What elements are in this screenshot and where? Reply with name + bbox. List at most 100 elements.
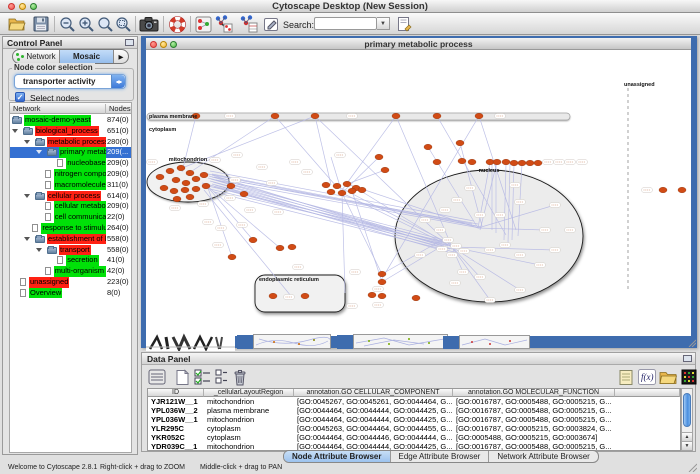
column-header[interactable]: annotation.GO MOLECULAR_FUNCTION [453, 389, 615, 397]
network-node[interactable] [269, 293, 277, 299]
tree-row[interactable]: mosaic-demo-yeast874(0) [10, 115, 131, 126]
scroll-up-arrow[interactable]: ▲ [682, 432, 692, 441]
network-node[interactable] [301, 293, 309, 299]
column-header[interactable]: _cellularLayoutRegion [204, 389, 294, 397]
table-row[interactable]: YLR295Ccytoplasm[GO:0045263, GO:0044464,… [148, 424, 680, 433]
tree-label[interactable]: nitrogen compo [54, 169, 106, 180]
network-node[interactable] [468, 159, 476, 165]
tree-label[interactable]: biological_process [35, 126, 99, 137]
network-node[interactable] [378, 293, 386, 299]
network-node[interactable] [493, 159, 501, 165]
nucleus-region[interactable] [395, 170, 583, 302]
tree-label[interactable]: unassigned [29, 277, 69, 288]
network-node[interactable] [192, 176, 200, 182]
attribute-notes-button[interactable] [616, 367, 636, 387]
delete-attribute-button[interactable] [230, 367, 250, 387]
network-node[interactable] [177, 165, 185, 171]
network-node[interactable] [182, 180, 190, 186]
view-network-button[interactable] [193, 15, 213, 33]
network-node[interactable] [173, 196, 181, 202]
network-node[interactable] [288, 244, 296, 250]
network-window-title-bar[interactable]: primary metabolic process [146, 38, 691, 50]
network-node[interactable] [518, 160, 526, 166]
attribute-browser-tab[interactable]: Edge Attribute Browser [391, 451, 490, 462]
import-network-button[interactable] [213, 15, 233, 33]
select-attributes-button[interactable] [192, 367, 212, 387]
attribute-table-header[interactable]: ID_cellularLayoutRegionannotation.GO CEL… [148, 389, 680, 397]
zoom-out-button[interactable] [57, 15, 77, 33]
tab-network[interactable]: Network [13, 50, 60, 63]
help-button[interactable] [167, 15, 187, 33]
column-header[interactable]: annotation.GO CELLULAR_COMPONENT [294, 389, 453, 397]
network-node[interactable] [276, 245, 284, 251]
table-scrollbar[interactable]: ▲ ▼ [681, 388, 693, 451]
select-nodes-checkbox[interactable]: ✓ [15, 92, 25, 102]
attribute-table[interactable]: ID_cellularLayoutRegionannotation.GO CEL… [147, 388, 681, 451]
column-header[interactable]: ID [148, 389, 204, 397]
expander-icon[interactable] [24, 140, 30, 144]
network-node[interactable] [311, 113, 319, 119]
network-node[interactable] [378, 271, 386, 277]
network-node[interactable] [192, 186, 200, 192]
network-node[interactable] [368, 292, 376, 298]
network-node[interactable] [240, 191, 248, 197]
background-window-preview[interactable] [353, 334, 448, 349]
network-node[interactable] [186, 194, 194, 200]
app-resize-grip[interactable] [688, 463, 697, 472]
network-node[interactable] [338, 190, 346, 196]
formula-builder-button[interactable]: f(x) [637, 367, 657, 387]
search-input[interactable] [314, 17, 377, 30]
network-node[interactable] [375, 154, 383, 160]
network-node[interactable] [249, 237, 257, 243]
attribute-browser-tab[interactable]: Network Attribute Browser [489, 451, 597, 462]
network-node[interactable] [424, 144, 432, 150]
tree-row[interactable]: metabolic process280(0) [10, 137, 131, 148]
tree-row[interactable]: unassigned223(0) [10, 277, 131, 288]
snapshot-button[interactable] [139, 15, 159, 33]
import-attributes-button[interactable] [658, 367, 678, 387]
tree-row[interactable]: nitrogen compo209(0) [10, 169, 131, 180]
network-node[interactable] [534, 160, 542, 166]
network-node[interactable] [458, 158, 466, 164]
network-node[interactable] [502, 159, 510, 165]
zoom-selected-button[interactable] [113, 15, 133, 33]
network-node[interactable] [227, 183, 235, 189]
network-node[interactable] [412, 295, 420, 301]
tree-row[interactable]: response to stimulu264(0) [10, 223, 131, 234]
background-window-corner[interactable] [237, 335, 253, 349]
plasma-membrane-region[interactable] [147, 113, 570, 120]
network-node[interactable] [160, 185, 168, 191]
node-color-combobox[interactable]: transporter activity [14, 74, 126, 89]
tree-label[interactable]: multi-organism pro [54, 266, 106, 277]
expander-icon[interactable] [36, 248, 42, 252]
tree-row[interactable]: secretion41(0) [10, 255, 131, 266]
network-node[interactable] [156, 174, 164, 180]
expander-icon[interactable] [24, 237, 30, 241]
matrix-view-button[interactable] [679, 367, 699, 387]
tree-row[interactable]: macromolecule311(0) [10, 180, 131, 191]
attribute-select-button[interactable] [147, 367, 167, 387]
network-node[interactable] [433, 159, 441, 165]
network-node[interactable] [343, 181, 351, 187]
tree-row[interactable]: cellular metabo209(0) [10, 201, 131, 212]
tree-label[interactable]: nucleobase- [66, 158, 106, 169]
tree-row[interactable]: cell communicat22(0) [10, 212, 131, 223]
tree-label[interactable]: cell communicat [54, 212, 106, 223]
network-node[interactable] [200, 172, 208, 178]
table-row[interactable]: YKR052Ccytoplasm[GO:0044464, GO:0044446,… [148, 433, 680, 442]
background-window-corner[interactable] [337, 335, 353, 349]
expander-icon[interactable] [12, 129, 18, 133]
tree-row[interactable]: nucleobase-209(0) [10, 158, 131, 169]
network-node[interactable] [678, 187, 686, 193]
scroll-down-arrow[interactable]: ▼ [682, 441, 692, 450]
zoom-fit-button[interactable] [95, 15, 115, 33]
network-node[interactable] [327, 189, 335, 195]
background-window-preview[interactable] [459, 335, 530, 349]
network-node[interactable] [381, 167, 389, 173]
table-row[interactable]: YPL036W__1mitochondrion[GO:0044464, GO:0… [148, 415, 680, 424]
network-node[interactable] [172, 177, 180, 183]
open-file-button[interactable] [7, 15, 27, 33]
annotation-button[interactable] [261, 15, 281, 33]
network-node[interactable] [181, 187, 189, 193]
search-dropdown-arrow[interactable]: ▼ [377, 17, 390, 30]
